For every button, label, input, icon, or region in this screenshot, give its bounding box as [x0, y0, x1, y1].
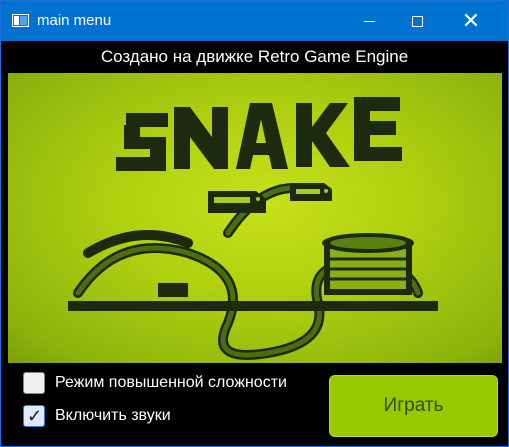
maximize-button[interactable] — [394, 1, 440, 41]
hard-mode-checkbox[interactable] — [23, 372, 45, 394]
maximize-icon — [411, 15, 423, 27]
menu-footer: Режим повышенной сложности ✓ Включить зв… — [1, 363, 508, 446]
snake-logo-illustration — [68, 97, 438, 360]
checkmark-icon: ✓ — [27, 406, 43, 426]
snake-title-artwork — [8, 73, 502, 363]
app-window-icon — [12, 14, 29, 27]
sound-label: Включить звуки — [55, 407, 171, 424]
close-button[interactable]: ✕ — [448, 1, 494, 41]
window-title: main menu — [37, 12, 112, 29]
engine-credit-banner: Создано на движке Retro Game Engine — [1, 41, 508, 73]
hard-mode-label: Режим повышенной сложности — [55, 374, 287, 391]
sound-option[interactable]: ✓ Включить звуки — [23, 405, 171, 427]
minimize-icon — [363, 20, 375, 22]
minimize-button[interactable] — [346, 1, 392, 41]
close-icon: ✕ — [461, 8, 481, 33]
hard-mode-option[interactable]: Режим повышенной сложности — [23, 372, 287, 394]
play-button[interactable]: Играть — [329, 375, 498, 437]
title-bar[interactable]: main menu ✕ — [1, 1, 508, 41]
game-window: main menu ✕ Создано на движке Retro Game… — [0, 0, 509, 447]
sound-checkbox[interactable]: ✓ — [23, 405, 45, 427]
snake-logo-icon — [116, 97, 402, 171]
